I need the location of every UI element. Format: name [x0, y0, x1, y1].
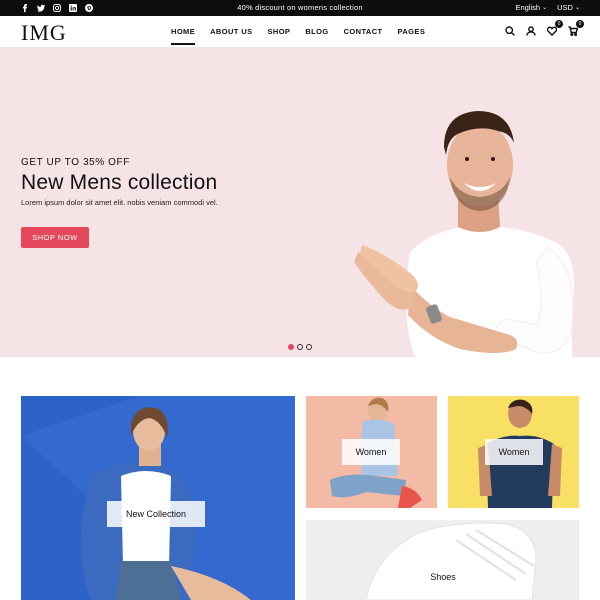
slider-dots	[288, 344, 312, 350]
top-bar: 40% discount on womens collection Englis…	[0, 0, 600, 16]
hero-title: New Mens collection	[21, 171, 218, 194]
category-tile-women[interactable]: Women	[448, 396, 579, 508]
wishlist-count-badge: 0	[555, 20, 563, 28]
wishlist-heart-icon[interactable]: 0	[546, 20, 563, 36]
currency-select[interactable]: USD ⌄	[557, 3, 580, 12]
category-tile-shoes[interactable]: Shoes	[306, 520, 579, 600]
hero-description: Lorem ipsum dolor sit amet elit. nobis v…	[21, 198, 218, 207]
chevron-down-icon: ⌄	[542, 5, 548, 11]
top-right-selectors: English ⌄ USD ⌄	[515, 3, 580, 12]
shop-now-button[interactable]: SHOP NOW	[21, 227, 89, 248]
category-label: Women	[485, 439, 543, 465]
new-collection-image	[21, 396, 295, 600]
language-select[interactable]: English ⌄	[515, 3, 547, 12]
category-tile-women[interactable]: Women	[306, 396, 437, 508]
nav-item-about[interactable]: ABOUT US	[210, 27, 252, 45]
category-label: Shoes	[416, 564, 470, 590]
slider-dot[interactable]	[297, 344, 303, 350]
hero-subtitle: GET UP TO 35% OFF	[21, 157, 130, 168]
nav-item-contact[interactable]: CONTACT	[344, 27, 383, 45]
hero-banner: GET UP TO 35% OFF New Mens collection Lo…	[0, 47, 600, 357]
cart-icon[interactable]: 0	[567, 20, 584, 36]
site-header: IMG HOME ABOUT US SHOP BLOG CONTACT PAGE…	[0, 16, 600, 47]
slider-dot[interactable]	[306, 344, 312, 350]
currency-label: USD	[557, 3, 573, 12]
category-tile-new-collection[interactable]: New Collection	[21, 396, 295, 600]
search-icon[interactable]	[504, 25, 515, 36]
category-label: Women	[342, 439, 400, 465]
nav-item-pages[interactable]: PAGES	[398, 27, 426, 45]
promo-text: 40% discount on womens collection	[237, 3, 363, 12]
hero-model-image	[354, 111, 574, 357]
user-icon[interactable]	[525, 25, 536, 36]
nav-item-shop[interactable]: SHOP	[267, 27, 290, 45]
nav-item-home[interactable]: HOME	[171, 27, 196, 45]
slider-dot[interactable]	[288, 344, 294, 350]
main-nav: HOME ABOUT US SHOP BLOG CONTACT PAGES	[171, 27, 425, 45]
nav-item-blog[interactable]: BLOG	[305, 27, 328, 45]
logo[interactable]: IMG	[21, 20, 67, 46]
category-label: New Collection	[107, 501, 205, 527]
chevron-down-icon: ⌄	[574, 5, 580, 11]
language-label: English	[515, 3, 541, 12]
header-icons: 0 0	[504, 20, 584, 36]
cart-count-badge: 0	[576, 20, 584, 28]
